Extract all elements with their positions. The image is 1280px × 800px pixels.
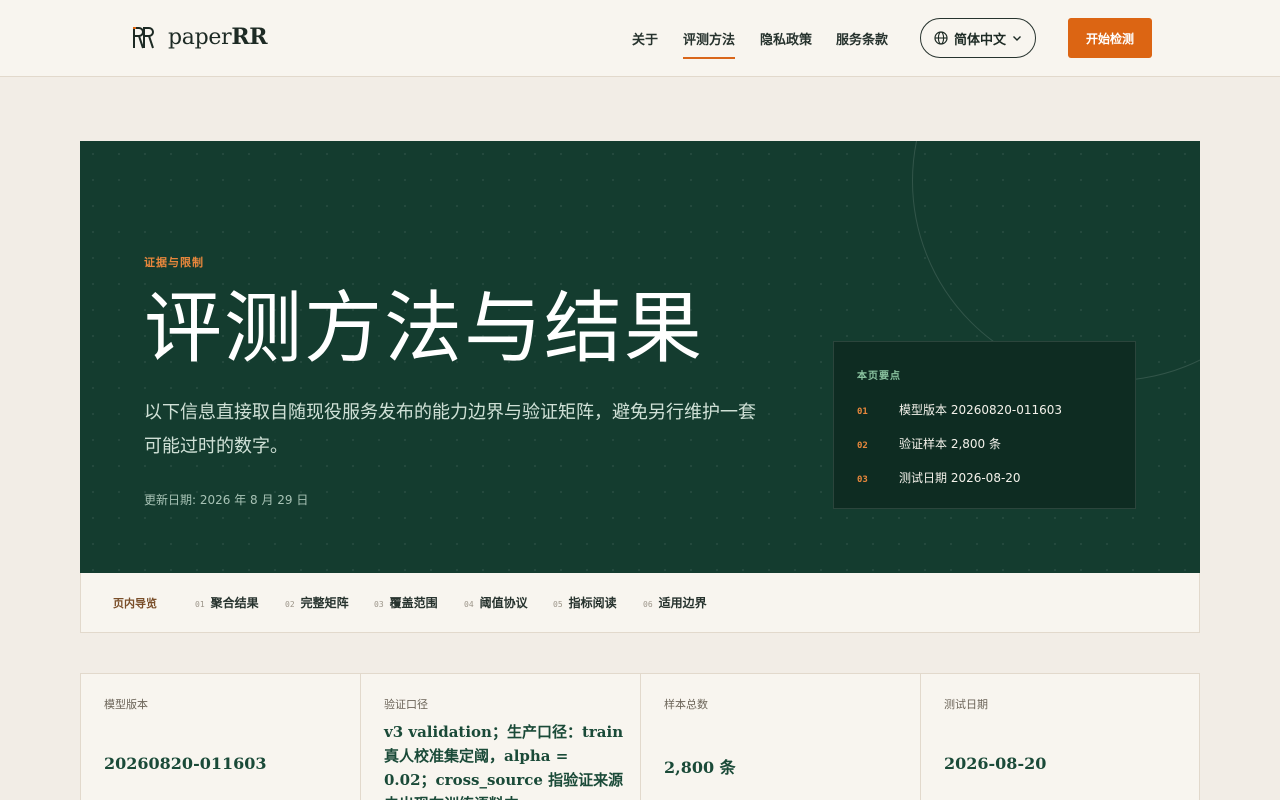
stat-card-validation-scope: 验证口径 v3 validation；生产口径：train 真人校准集定阈，al… <box>361 674 641 800</box>
stat-label: 模型版本 <box>104 698 148 711</box>
chevron-down-icon <box>1013 36 1022 41</box>
hero-description: 以下信息直接取自随现役服务发布的能力边界与验证矩阵，避免另行维护一套可能过时的数… <box>144 402 756 457</box>
language-selector[interactable]: 简体中文 <box>920 18 1036 58</box>
page-title: 评测方法与结果 <box>144 284 705 374</box>
toc-item-threshold-protocol[interactable]: 04 阈值协议 <box>464 594 528 611</box>
toc-label: 适用边界 <box>658 596 707 610</box>
in-page-navigation: 页内导览 01 聚合结果 02 完整矩阵 03 覆盖范围 04 阈值协议 05 … <box>80 573 1200 633</box>
toc-label: 覆盖范围 <box>389 596 438 610</box>
toc-number: 05 <box>553 600 563 609</box>
globe-icon <box>934 31 948 45</box>
highlight-item: 03 测试日期 2026-08-20 <box>857 469 1021 486</box>
start-detection-button[interactable]: 开始检测 <box>1068 18 1152 58</box>
toc-item-metric-reading[interactable]: 05 指标阅读 <box>553 594 617 611</box>
updated-date: 更新日期: 2026 年 8 月 29 日 <box>144 493 309 507</box>
nav-link-about[interactable]: 关于 <box>632 29 658 48</box>
stat-value: 2,800 条 <box>664 758 736 777</box>
toc-number: 02 <box>285 600 295 609</box>
toc-number: 01 <box>195 600 205 609</box>
stat-card-sample-total: 样本总数 2,800 条 <box>641 674 921 800</box>
stat-label: 验证口径 <box>384 698 428 711</box>
brand-name: paperRR <box>168 24 268 50</box>
highlight-number: 02 <box>857 441 868 451</box>
toc-item-coverage[interactable]: 03 覆盖范围 <box>374 594 438 611</box>
highlight-text: 测试日期 2026-08-20 <box>899 471 1021 485</box>
hero-banner: 证据与限制 评测方法与结果 以下信息直接取自随现役服务发布的能力边界与验证矩阵，… <box>80 141 1200 573</box>
nav-link-privacy[interactable]: 隐私政策 <box>760 29 812 48</box>
highlight-text: 模型版本 20260820-011603 <box>899 403 1063 417</box>
highlights-title: 本页要点 <box>857 371 901 382</box>
highlight-text: 验证样本 2,800 条 <box>899 437 1001 451</box>
brand-logo[interactable]: paperRR <box>131 24 268 50</box>
toc-number: 06 <box>643 600 653 609</box>
nav-link-methodology[interactable]: 评测方法 <box>683 29 736 59</box>
top-navigation-bar: paperRR 关于 评测方法 隐私政策 服务条款 简体中文 开始检测 <box>0 0 1280 77</box>
stat-card-test-date: 测试日期 2026-08-20 <box>921 674 1201 800</box>
toc-item-full-matrix[interactable]: 02 完整矩阵 <box>285 594 349 611</box>
page-highlights-card: 本页要点 01 模型版本 20260820-011603 02 验证样本 2,8… <box>833 341 1136 509</box>
stat-label: 样本总数 <box>664 698 708 711</box>
key-stats: 模型版本 20260820-011603 验证口径 v3 validation；… <box>80 673 1200 800</box>
toc-title: 页内导览 <box>113 597 157 610</box>
highlight-item: 01 模型版本 20260820-011603 <box>857 401 1062 418</box>
nav-link-terms[interactable]: 服务条款 <box>836 29 888 48</box>
language-label: 简体中文 <box>954 32 1007 48</box>
toc-label: 聚合结果 <box>210 596 259 610</box>
toc-label: 完整矩阵 <box>300 596 349 610</box>
toc-item-applicability[interactable]: 06 适用边界 <box>643 594 707 611</box>
logo-mark-icon <box>133 27 154 49</box>
stat-card-model-version: 模型版本 20260820-011603 <box>81 674 361 800</box>
highlight-number: 03 <box>857 475 868 485</box>
highlight-number: 01 <box>857 407 868 417</box>
hero-eyebrow: 证据与限制 <box>144 256 204 269</box>
stat-value: v3 validation；生产口径：train 真人校准集定阈，alpha =… <box>384 723 624 800</box>
stat-label: 测试日期 <box>944 698 988 711</box>
toc-number: 03 <box>374 600 384 609</box>
toc-number: 04 <box>464 600 474 609</box>
toc-label: 指标阅读 <box>568 596 617 610</box>
stat-value: 20260820-011603 <box>104 754 267 773</box>
toc-label: 阈值协议 <box>479 596 528 610</box>
highlight-item: 02 验证样本 2,800 条 <box>857 435 1001 452</box>
stat-value: 2026-08-20 <box>944 754 1047 773</box>
toc-item-aggregate-results[interactable]: 01 聚合结果 <box>195 594 259 611</box>
